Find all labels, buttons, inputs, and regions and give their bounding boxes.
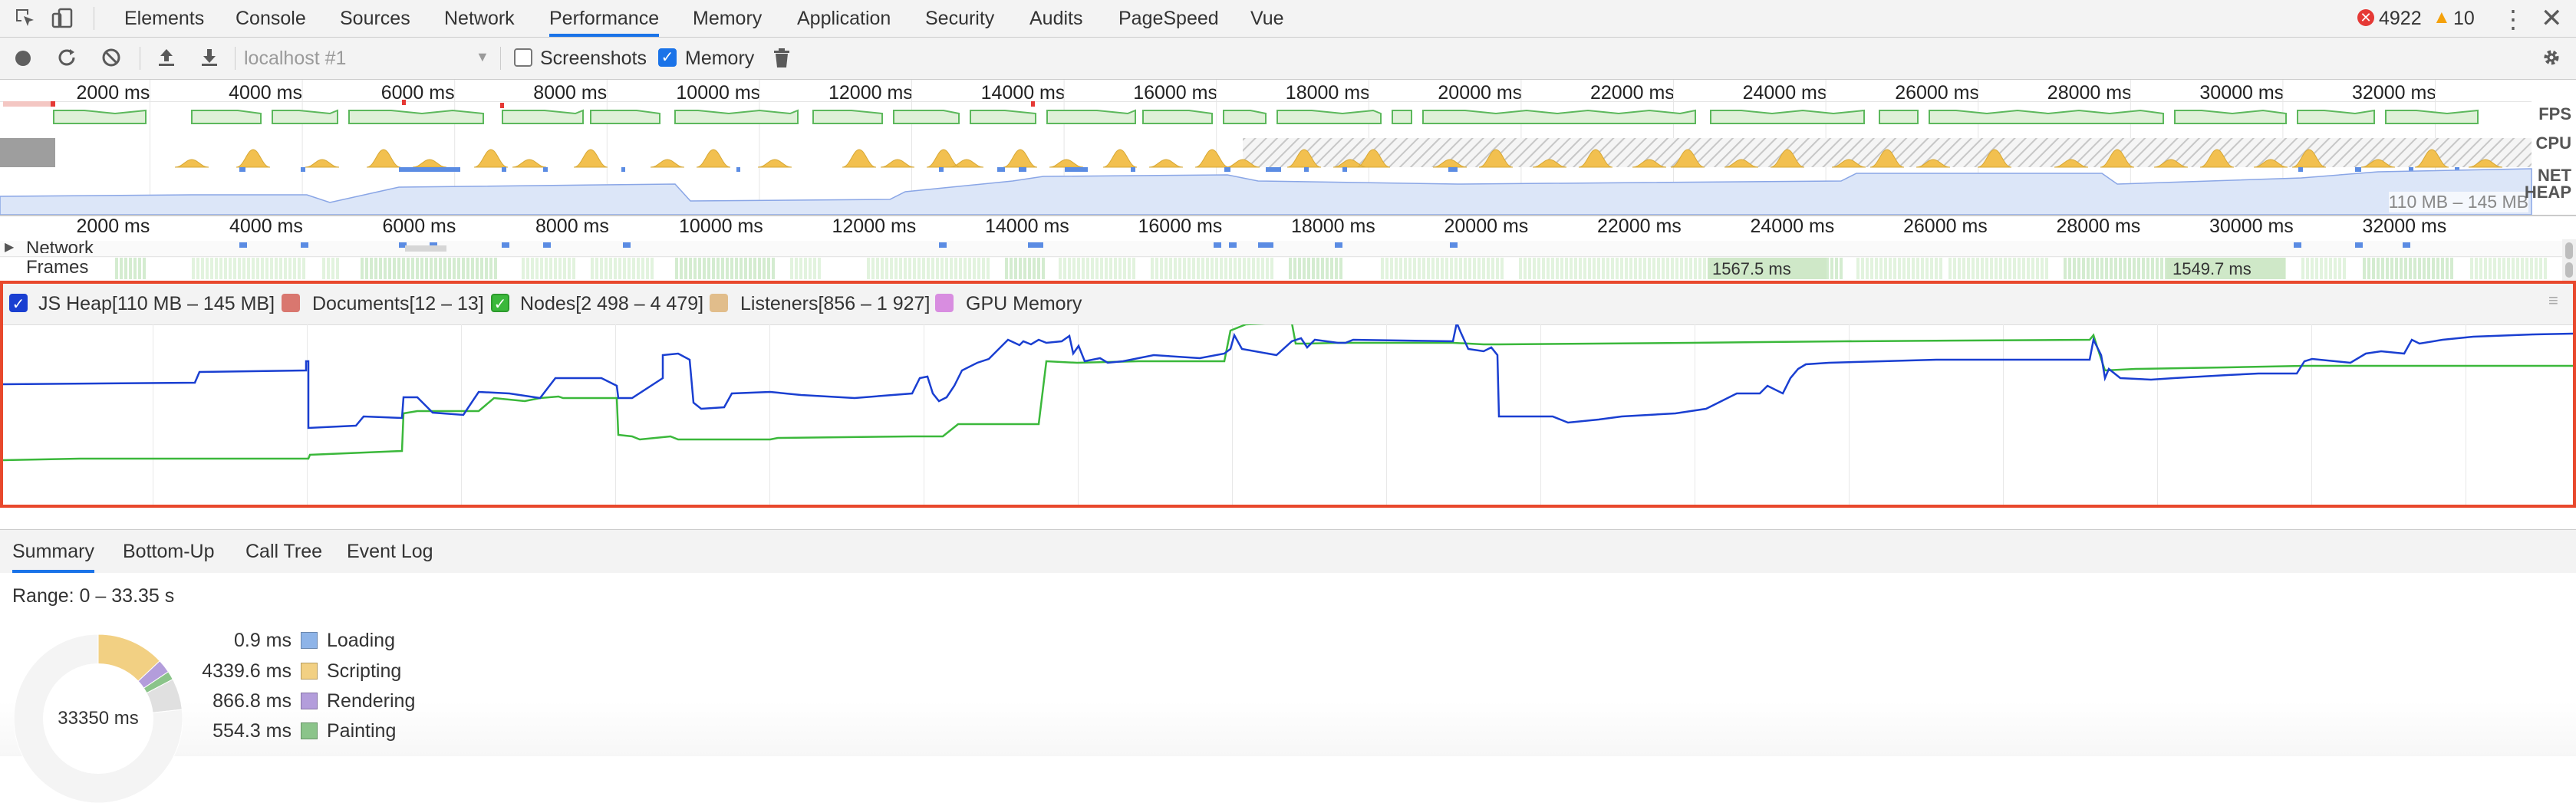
memory-label[interactable]: Memory <box>685 38 754 79</box>
memory-checkbox[interactable]: ✓ <box>658 48 677 67</box>
cpu-label: CPU <box>2536 133 2571 153</box>
tab-vue[interactable]: Vue <box>1250 0 1284 37</box>
save-profile-icon[interactable] <box>198 46 221 73</box>
target-select[interactable]: localhost #1 <box>244 38 346 79</box>
more-options-icon[interactable]: ⋮ <box>2501 5 2525 34</box>
rendering-value: 866.8 ms <box>138 690 292 712</box>
tab-audits[interactable]: Audits <box>1029 0 1082 37</box>
rendering-label: Rendering <box>327 690 415 712</box>
tab-network[interactable]: Network <box>444 0 515 37</box>
memory-panel-highlight <box>0 281 2576 508</box>
timeline-flamechart[interactable]: 2000 ms4000 ms6000 ms8000 ms10000 ms1200… <box>0 216 2576 281</box>
tab-elements[interactable]: Elements <box>124 0 204 37</box>
device-toolbar-icon[interactable] <box>51 7 74 35</box>
range-label: Range: 0 – 33.35 s <box>12 585 174 607</box>
rendering-swatch <box>301 693 318 709</box>
tab-console[interactable]: Console <box>236 0 306 37</box>
network-expand-icon[interactable]: ▶ <box>5 239 14 255</box>
loading-value: 0.9 ms <box>138 630 292 652</box>
chevron-down-icon[interactable]: ▼ <box>476 49 489 65</box>
overview-graphs <box>0 80 2576 216</box>
collect-garbage-icon[interactable] <box>772 47 792 74</box>
heap-label: HEAP <box>2525 183 2571 202</box>
fps-label: FPS <box>2538 104 2571 124</box>
tab-event-log[interactable]: Event Log <box>347 530 433 573</box>
net-track <box>239 167 2459 172</box>
load-profile-icon[interactable] <box>155 46 178 73</box>
close-devtools-icon[interactable]: ✕ <box>2541 3 2563 34</box>
reload-record-icon[interactable] <box>55 46 78 73</box>
frames-row-label: Frames <box>26 257 88 278</box>
painting-swatch <box>301 722 318 739</box>
error-icon[interactable]: ✕ <box>2357 9 2374 26</box>
tab-bottom-up[interactable]: Bottom-Up <box>123 530 214 573</box>
tab-performance[interactable]: Performance <box>549 0 659 37</box>
scripting-label: Scripting <box>327 660 401 683</box>
loading-swatch <box>301 632 318 649</box>
screenshots-label[interactable]: Screenshots <box>540 38 647 79</box>
fps-track <box>0 100 2532 123</box>
timeline-overview[interactable]: 2000 ms4000 ms6000 ms8000 ms10000 ms1200… <box>0 80 2576 216</box>
painting-label: Painting <box>327 720 396 742</box>
painting-value: 554.3 ms <box>138 720 292 742</box>
tab-summary[interactable]: Summary <box>12 530 94 573</box>
frame-duration[interactable]: 1567.5 ms <box>1712 259 1791 279</box>
warning-icon[interactable]: ▲ <box>2433 7 2451 28</box>
frame-duration[interactable]: 1549.7 ms <box>2172 259 2252 279</box>
tab-memory[interactable]: Memory <box>693 0 762 37</box>
tab-call-tree[interactable]: Call Tree <box>245 530 322 573</box>
screenshots-checkbox[interactable] <box>514 48 532 67</box>
inspect-element-icon[interactable] <box>14 7 37 35</box>
summary-pane: Range: 0 – 33.35 s 33350 ms 0.9 ms Loadi… <box>0 573 2576 756</box>
clear-icon[interactable] <box>100 46 123 73</box>
tab-security[interactable]: Security <box>925 0 994 37</box>
heap-range-label: 110 MB – 145 MB <box>2389 192 2528 212</box>
tab-pagespeed[interactable]: PageSpeed <box>1118 0 1219 37</box>
devtools-tabbar: Elements Console Sources Network Perform… <box>0 0 2576 38</box>
scripting-value: 4339.6 ms <box>138 660 292 683</box>
record-icon[interactable] <box>15 51 31 66</box>
tab-sources[interactable]: Sources <box>340 0 410 37</box>
loading-label: Loading <box>327 630 395 652</box>
error-count[interactable]: 4922 <box>2379 0 2422 37</box>
performance-toolbar: localhost #1 ▼ Screenshots ✓ Memory <box>0 38 2576 80</box>
network-row-label[interactable]: Network <box>26 238 94 253</box>
cpu-track <box>0 138 2532 167</box>
warning-count[interactable]: 10 <box>2453 0 2475 37</box>
tab-application[interactable]: Application <box>797 0 891 37</box>
heap-track <box>0 169 2532 215</box>
settings-gear-icon[interactable] <box>2539 45 2564 74</box>
scripting-swatch <box>301 663 318 680</box>
details-tabbar: Summary Bottom-Up Call Tree Event Log <box>0 529 2576 574</box>
